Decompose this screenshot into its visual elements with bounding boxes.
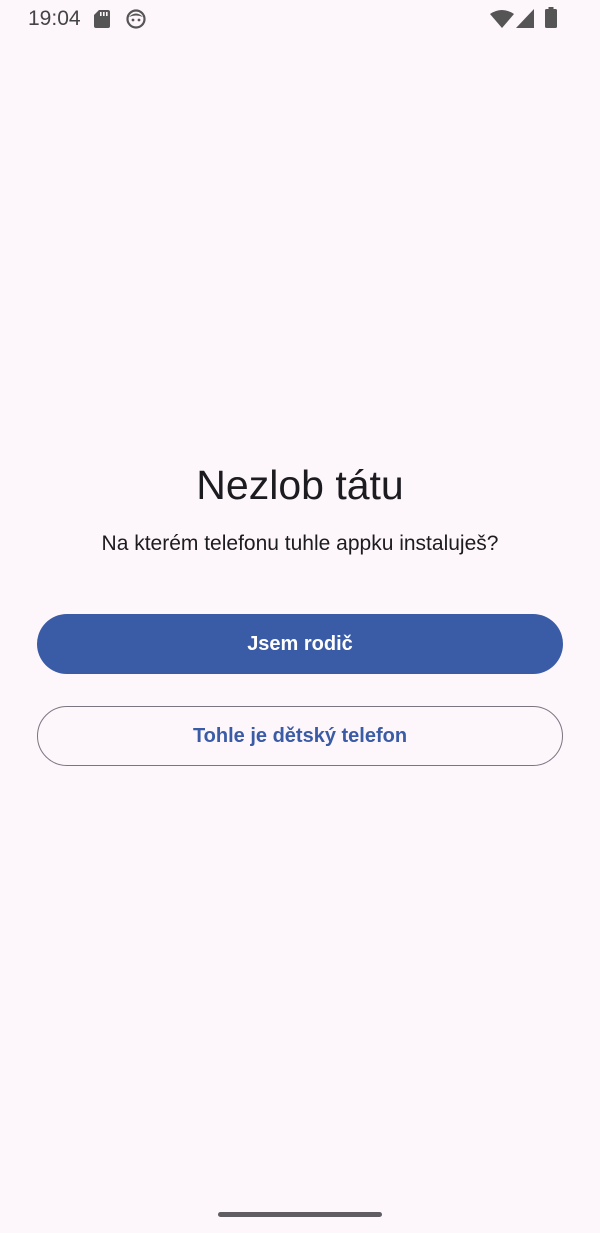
status-time: 19:04 [28,7,81,30]
status-bar: 19:04 [0,0,600,38]
battery-icon [545,7,557,33]
parent-button[interactable]: Jsem rodič [37,614,563,674]
gesture-nav-handle[interactable] [218,1212,382,1217]
page-subtitle: Na kterém telefonu tuhle appku instaluje… [101,532,499,555]
wifi-icon [490,10,514,33]
sd-card-icon [94,10,110,33]
face-icon [126,9,146,34]
cell-signal-icon [516,9,534,33]
page-title: Nezlob tátu [196,462,404,508]
child-phone-button[interactable]: Tohle je dětský telefon [37,706,563,766]
